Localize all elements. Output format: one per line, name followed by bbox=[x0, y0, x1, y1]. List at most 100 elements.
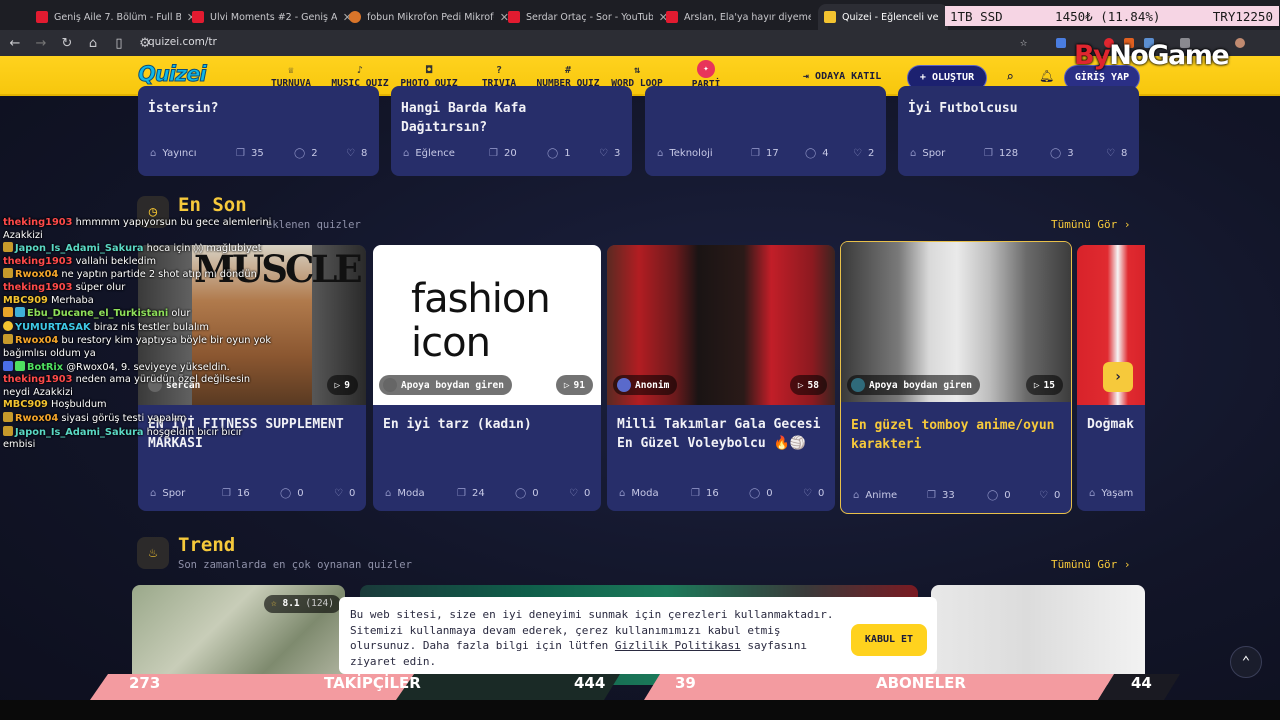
author-name: Apoya boydan giren bbox=[869, 379, 972, 391]
count-label: 8 bbox=[1120, 148, 1128, 159]
quiz-category: ⌂ Yayıncı bbox=[150, 148, 197, 159]
thumbnail-text: fashion icon bbox=[411, 276, 551, 366]
count-label: 3 bbox=[613, 148, 621, 159]
count-label: 9 bbox=[344, 379, 350, 391]
chat-text: @Rwox04, 9. seviyeye yükseldin. bbox=[66, 361, 230, 373]
question-count: ❐ 20 bbox=[489, 148, 517, 159]
comment-icon: ◯ bbox=[1050, 148, 1062, 159]
author-avatar bbox=[383, 378, 397, 392]
quiz-card[interactable]: fashion icon Apoya boydan giren ▷ 91 En i… bbox=[373, 245, 601, 511]
join-room-button[interactable]: ⇥ ODAYA KATIL bbox=[803, 71, 881, 82]
count-label: 0 bbox=[348, 488, 356, 499]
badge-icon bbox=[3, 411, 13, 422]
browser-tab[interactable]: Ulvi Moments #2 - Geniş Aile -✕ bbox=[186, 4, 358, 30]
tag-icon: ⌂ bbox=[853, 490, 860, 501]
search-icon[interactable]: ⌕ bbox=[1006, 70, 1014, 85]
see-all-link[interactable]: Tümünü Gör › bbox=[1051, 558, 1130, 571]
quiz-category: ⌂ Spor bbox=[910, 148, 945, 159]
heart-icon: ♡ bbox=[1039, 490, 1048, 501]
back-icon[interactable]: ← bbox=[2, 36, 28, 51]
url-field[interactable]: quizei.com/tr bbox=[148, 36, 217, 48]
comment-icon: ◯ bbox=[547, 148, 559, 159]
reload-icon[interactable]: ↻ bbox=[54, 36, 80, 51]
trend-card[interactable]: ☆ 8.1 (124) bbox=[132, 585, 345, 685]
party-icon: ✦ bbox=[697, 60, 715, 78]
quiz-title: Doğmak bbox=[1087, 417, 1134, 432]
tab-title: Ulvi Moments #2 - Geniş Aile - bbox=[210, 11, 337, 23]
browser-tab[interactable]: Geniş Aile 7. Bölüm - Full Bölüm✕ bbox=[30, 4, 202, 30]
author-avatar bbox=[851, 378, 865, 392]
stack-icon: ❐ bbox=[751, 148, 760, 159]
forward-icon[interactable]: → bbox=[28, 36, 54, 51]
quiz-card-highlighted[interactable]: Apoya boydan giren ▷ 15 En güzel tomboy a… bbox=[840, 241, 1072, 514]
profile-avatar[interactable] bbox=[1235, 38, 1245, 48]
chat-message: theking1903 neden ama yürüdün özel değil… bbox=[3, 374, 273, 399]
sidebar-icon[interactable]: ▯ bbox=[106, 36, 132, 51]
play-count: ▷ 58 bbox=[789, 375, 827, 395]
comment-icon: ◯ bbox=[294, 148, 306, 159]
quiz-card[interactable]: İyi Futbolcusu ⌂ Spor ❐ 128 ◯ 3 ♡ 8 bbox=[898, 86, 1139, 176]
author-pill[interactable]: Apoya boydan giren bbox=[379, 375, 512, 395]
play-icon: ▷ bbox=[1033, 379, 1040, 391]
count-label: 0 bbox=[532, 488, 539, 499]
badge-icon bbox=[15, 307, 25, 318]
heart-icon: ♡ bbox=[569, 488, 578, 499]
ssd-price: 1450₺ (11.84%) bbox=[1055, 8, 1161, 24]
chat-text: ne yaptın partide 2 shot atıp mı döndün bbox=[61, 269, 257, 281]
count-label: 91 bbox=[573, 379, 585, 391]
quiz-title: Milli Takımlar Gala Gecesi En Güzel Vole… bbox=[617, 417, 821, 451]
browser-tab-active[interactable]: Quizei - Eğlenceli ve etkileşim bbox=[818, 4, 948, 30]
privacy-policy-link[interactable]: Gizlilik Politikası bbox=[615, 639, 741, 652]
quiz-card[interactable]: Hangi Barda Kafa Dağıtırsın? ⌂ Eğlence ❐ 2… bbox=[391, 86, 632, 176]
extension-icon[interactable] bbox=[1056, 38, 1066, 48]
comment-icon: ◯ bbox=[515, 488, 527, 499]
chat-username: theking1903 bbox=[3, 255, 73, 267]
like-count: ♡ 0 bbox=[1039, 490, 1060, 501]
comment-count: ◯ 0 bbox=[749, 488, 773, 499]
question-count: ❐ 128 bbox=[984, 148, 1018, 159]
chat-username: Japon_Is_Adami_Sakura bbox=[15, 426, 144, 438]
trend-card[interactable] bbox=[931, 585, 1145, 685]
see-all-link[interactable]: Tümünü Gör › bbox=[1051, 218, 1130, 231]
chat-username: theking1903 bbox=[3, 281, 73, 293]
count-label: 0 bbox=[817, 488, 825, 499]
heart-icon: ♡ bbox=[599, 148, 608, 159]
count-label: 24 bbox=[471, 488, 485, 499]
youtube-favicon-icon bbox=[36, 11, 48, 23]
author-name: Anonim bbox=[635, 379, 670, 391]
section-subtitle: Son zamanlarda en çok oynanan quizler bbox=[178, 559, 412, 571]
author-pill[interactable]: Apoya boydan giren bbox=[847, 375, 980, 395]
comment-count: ◯ 2 bbox=[294, 148, 318, 159]
tab-title: Serdar Ortaç - Sor - YouTube bbox=[526, 11, 653, 23]
quiz-card[interactable]: ⌂ Teknoloji ❐ 17 ◯ 4 ♡ 2 bbox=[645, 86, 886, 176]
quiz-category: ⌂ Anime bbox=[853, 490, 897, 501]
quiz-title: En güzel tomboy anime/oyun karakteri bbox=[851, 418, 1055, 452]
quizei-logo[interactable]: Quizei bbox=[138, 62, 208, 87]
author-pill[interactable]: Anonim bbox=[613, 375, 678, 395]
join-room-label: ODAYA KATIL bbox=[815, 71, 882, 82]
subscribers-count: 39 bbox=[675, 674, 696, 692]
browser-tab[interactable]: Serdar Ortaç - Sor - YouTube ✕ bbox=[502, 4, 674, 30]
rating-badge: ☆ 8.1 (124) bbox=[264, 595, 341, 613]
bell-icon[interactable]: 🔔︎ bbox=[1039, 69, 1054, 83]
comment-count: ◯ 3 bbox=[1050, 148, 1074, 159]
play-count: ▷ 15 bbox=[1025, 375, 1063, 395]
question-count: ❐ 17 bbox=[751, 148, 779, 159]
followers-label: TAKİPÇİLER bbox=[324, 674, 421, 692]
chat-text: olur bbox=[171, 308, 191, 320]
accept-cookies-button[interactable]: KABUL ET bbox=[851, 624, 927, 656]
heart-icon: ♡ bbox=[853, 148, 862, 159]
comment-count: ◯ 0 bbox=[987, 490, 1011, 501]
quiz-category: ⌂ Moda bbox=[619, 488, 659, 499]
carousel-next-button[interactable]: › bbox=[1103, 362, 1133, 392]
badge-icon bbox=[3, 360, 13, 371]
quiz-card[interactable]: Anonim ▷ 58 Milli Takımlar Gala Gecesi En… bbox=[607, 245, 835, 511]
category-label: Moda bbox=[631, 488, 659, 499]
bookmark-star-icon[interactable]: ☆ bbox=[1020, 35, 1027, 49]
browser-tab[interactable]: fobun Mikrofon Pedi Mikrofon ✕ bbox=[343, 4, 515, 30]
home-icon[interactable]: ⌂ bbox=[80, 36, 106, 51]
quiz-card[interactable]: İstersin? ⌂ Yayıncı ❐ 35 ◯ 2 ♡ 8 bbox=[138, 86, 379, 176]
play-icon: ▷ bbox=[334, 379, 341, 391]
tag-icon: ⌂ bbox=[619, 488, 626, 499]
browser-tab[interactable]: Arslan, Ela'ya hayır diyemedi - İ✕ bbox=[660, 4, 832, 30]
